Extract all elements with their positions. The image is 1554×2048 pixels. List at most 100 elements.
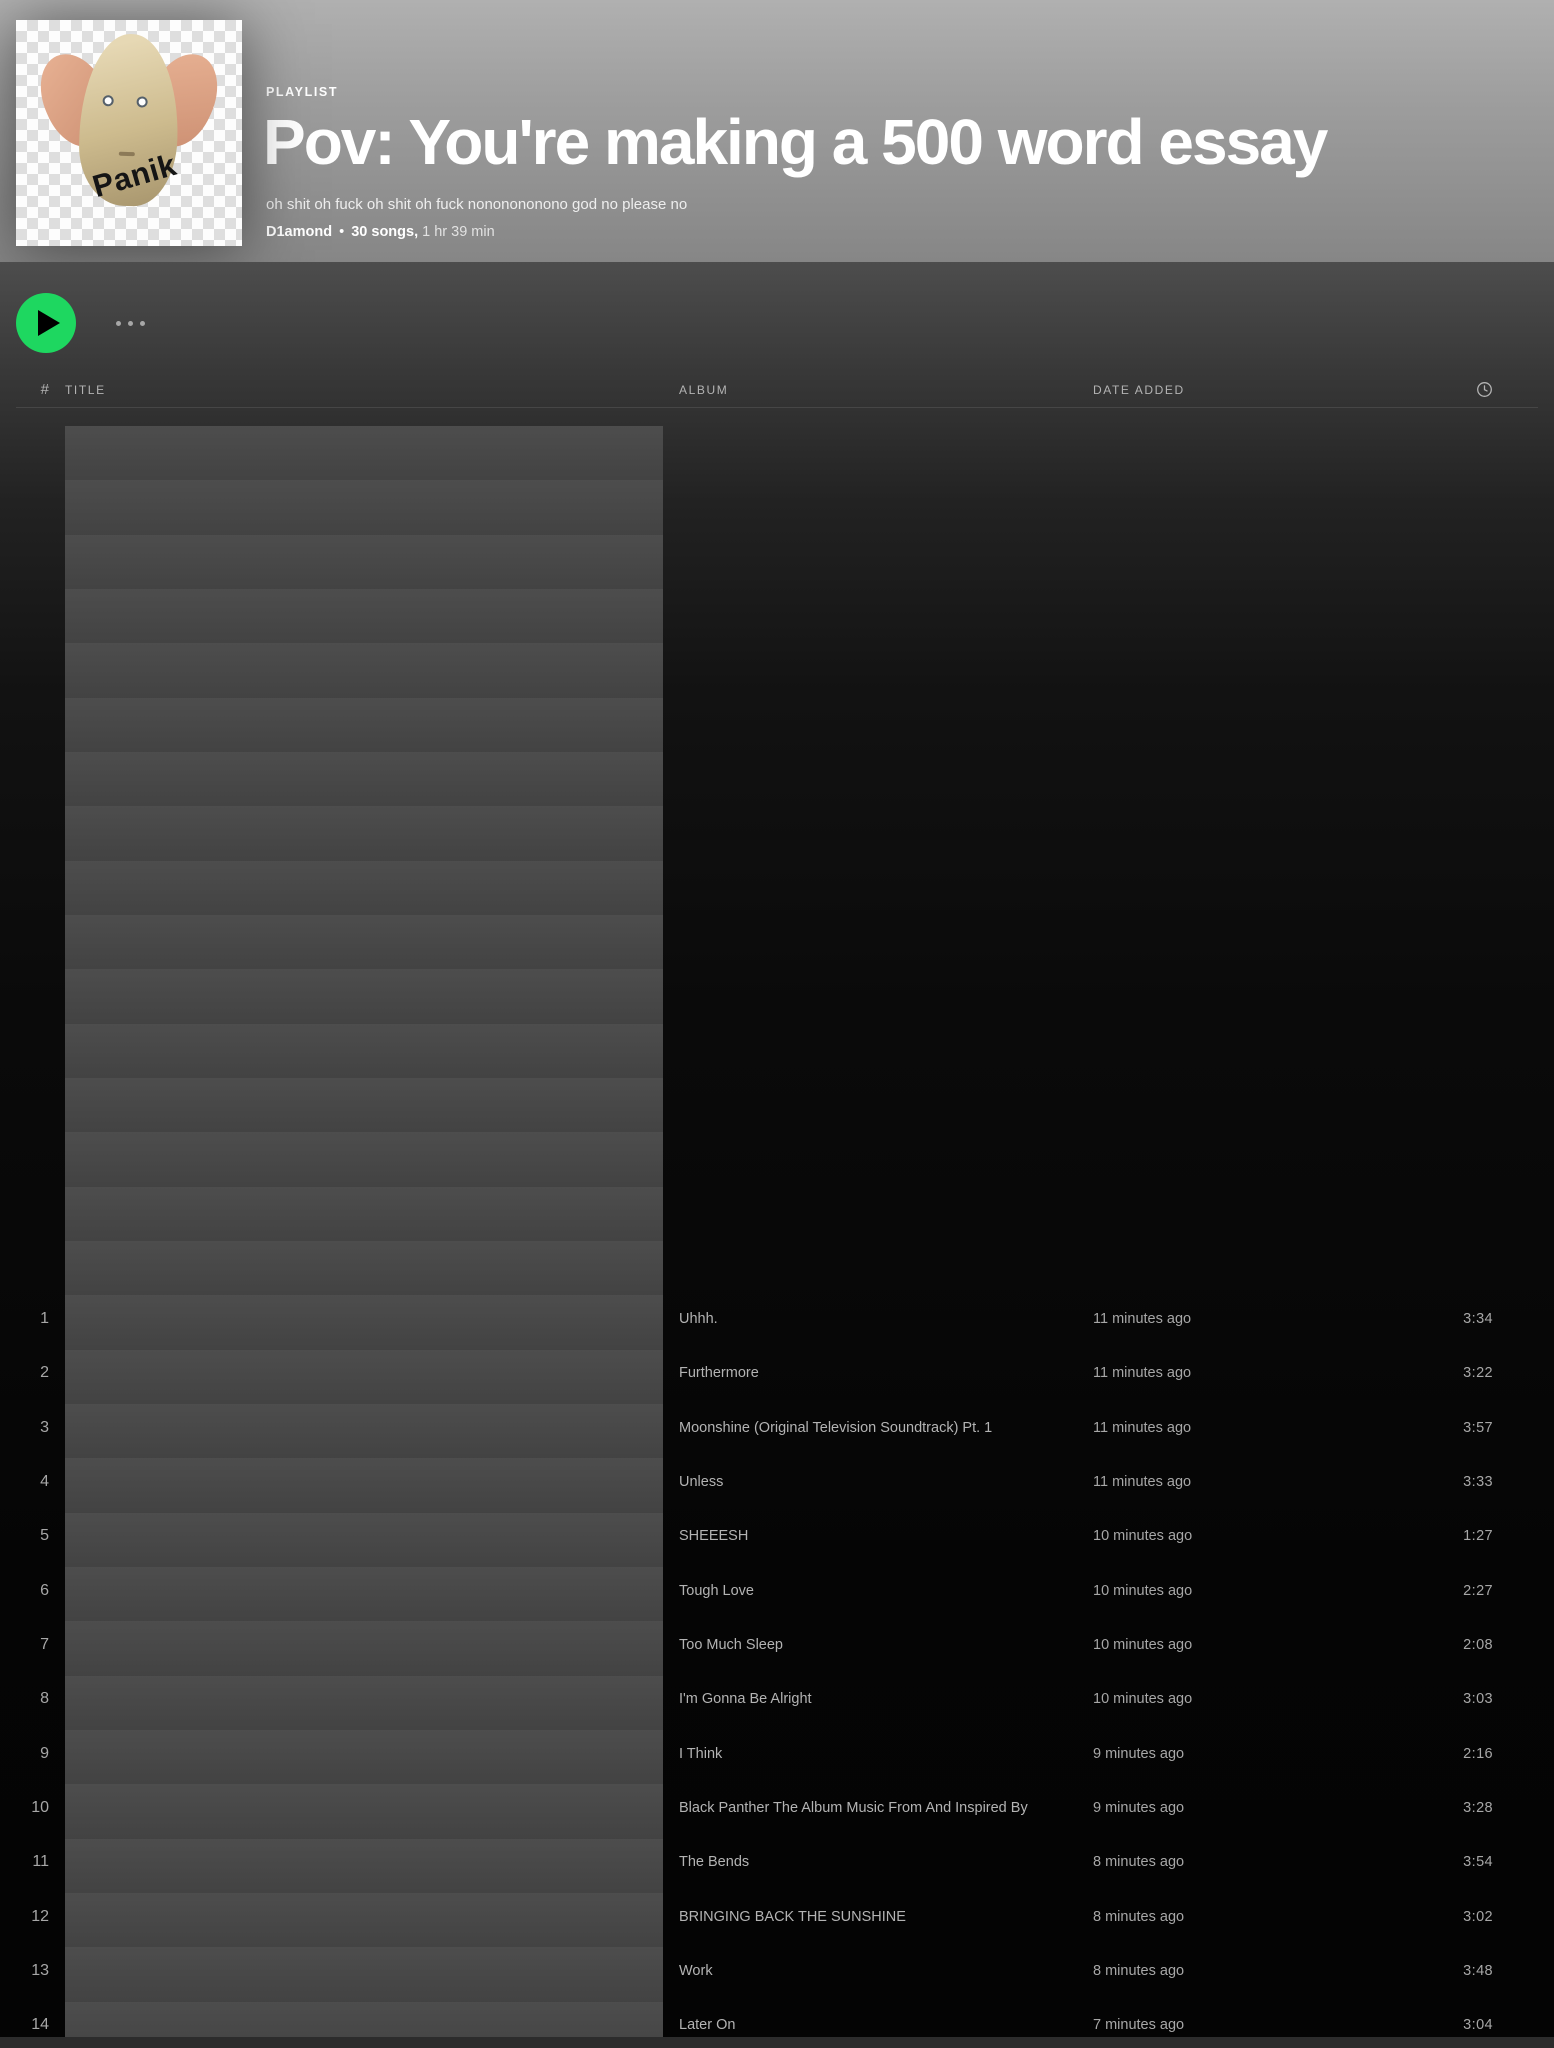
table-row[interactable]: 14 Later On Khaim Later On 7 minutes ago… [16,1132,1538,1186]
track-index: 5 [16,1527,49,1545]
page-title: Pov: You're making a 500 word essay [263,109,1326,176]
track-album[interactable]: BRINGING BACK THE SUNSHINE [679,1909,1077,1925]
track-index: 7 [16,1636,49,1654]
column-header-index[interactable]: # [16,381,49,398]
track-album[interactable]: Furthermore [679,1365,1077,1381]
track-album[interactable]: Too Much Sleep [679,1637,1077,1653]
more-options-button[interactable] [110,315,151,332]
playlist-header: Panik PLAYLIST Pov: You're making a 500 … [0,0,1554,262]
table-row[interactable]: 1 Uhhh. Baby Blue Uhhh. 11 minutes ago 3… [16,426,1538,480]
track-index: 11 [16,1853,49,1871]
table-row[interactable]: 3 Even Though Monday Kiz Moonshine (Orig… [16,535,1538,589]
ellipsis-dot [128,321,133,326]
table-row[interactable]: 10 I Am E Jorja Smith Black Panther The … [16,915,1538,969]
playlist-body: # TITLE ALBUM DATE ADDED 1 Uhhh. Baby Bl… [0,262,1554,2048]
track-index: 4 [16,1473,49,1491]
track-album[interactable]: Unless [679,1474,1077,1490]
track-index: 3 [16,1419,49,1437]
table-row[interactable]: 2 Furthermore Racoma Furthermore 11 minu… [16,480,1538,534]
track-album[interactable]: Uhhh. [679,1311,1077,1327]
play-icon [38,310,60,336]
table-row[interactable]: 9 I Think seekx I Think 9 minutes ago 2:… [16,861,1538,915]
header-info: PLAYLIST Pov: You're making a 500 word e… [266,85,1326,246]
meme-eye-icon [102,95,113,106]
track-list: 1 Uhhh. Baby Blue Uhhh. 11 minutes ago 3… [0,426,1554,2048]
track-duration: 3:22 [1381,1365,1538,1381]
track-album[interactable]: Moonshine (Original Television Soundtrac… [679,1420,1077,1436]
table-row[interactable]: 16 I Need To FETISH I Need To 5 minutes … [16,1241,1538,1295]
track-album[interactable]: The Bends [679,1854,1077,1870]
playlist-type-label: PLAYLIST [266,85,1326,99]
table-row[interactable]: 13 Do This Holy Ghost! Work 8 minutes ag… [16,1078,1538,1132]
track-index: 6 [16,1582,49,1600]
table-row[interactable]: 8 I'm Gonna Be Alright Kenaniah, David R… [16,806,1538,860]
track-duration: 3:33 [1381,1474,1538,1490]
table-row[interactable]: 5 UHHH MXXWLL, JD Beck SHEEESH 10 minute… [16,643,1538,697]
owner-link[interactable]: D1amond [266,224,332,240]
ellipsis-dot [116,321,121,326]
song-count: 30 songs, [351,224,418,240]
track-album[interactable]: Black Panther The Album Music From And I… [679,1800,1077,1816]
track-duration: 3:02 [1381,1909,1538,1925]
meta-separator: • [339,224,344,240]
track-date-added: 11 minutes ago [1093,1365,1365,1381]
track-date-added: 10 minutes ago [1093,1691,1365,1707]
track-duration: 3:54 [1381,1854,1538,1870]
track-album[interactable]: Tough Love [679,1583,1077,1599]
playlist-meta: D1amond • 30 songs, 1 hr 39 min [266,224,1326,240]
track-album[interactable]: I Think [679,1746,1077,1762]
track-album[interactable]: Later On [679,2017,1077,2033]
track-date-added: 8 minutes ago [1093,1909,1365,1925]
bottom-bar [0,2037,1554,2048]
track-date-added: 9 minutes ago [1093,1800,1365,1816]
playlist-length: 1 hr 39 min [422,224,495,240]
meme-eye-icon [136,96,147,107]
track-index: 8 [16,1690,49,1708]
column-header-duration[interactable] [1476,381,1538,398]
track-album[interactable]: Work [679,1963,1077,1979]
column-header-album[interactable]: ALBUM [679,383,1077,397]
column-header-title[interactable]: TITLE [65,383,663,397]
action-bar [0,262,1554,358]
table-row[interactable]: 6 Fuck Forth Wanderers Tough Love 10 min… [16,698,1538,752]
track-index: 10 [16,1799,49,1817]
track-date-added: 10 minutes ago [1093,1528,1365,1544]
track-duration: 2:16 [1381,1746,1538,1762]
meme-mouth-icon [119,152,135,157]
track-duration: 2:08 [1381,1637,1538,1653]
track-album[interactable]: I'm Gonna Be Alright [679,1691,1077,1707]
playlist-cover: Panik [16,20,242,246]
track-album[interactable]: SHEEESH [679,1528,1077,1544]
table-row[interactable]: 7 I Can't Think of Anything The Adjectiv… [16,752,1538,806]
track-index: 14 [16,2016,49,2034]
track-duration: 3:48 [1381,1963,1538,1979]
track-index: 9 [16,1745,49,1763]
playlist-description: oh shit oh fuck oh shit oh fuck nononono… [266,196,1326,213]
track-index: 13 [16,1962,49,1980]
clock-icon [1476,381,1493,398]
track-index: 2 [16,1364,49,1382]
track-duration: 1:27 [1381,1528,1538,1544]
track-date-added: 8 minutes ago [1093,1963,1365,1979]
ellipsis-dot [140,321,145,326]
track-duration: 3:03 [1381,1691,1538,1707]
track-duration: 3:34 [1381,1311,1538,1327]
track-duration: 3:04 [1381,2017,1538,2033]
track-date-added: 9 minutes ago [1093,1746,1365,1762]
track-date-added: 11 minutes ago [1093,1474,1365,1490]
table-row[interactable]: 4 Unless E Haiden Unless 11 minutes ago … [16,589,1538,643]
track-date-added: 10 minutes ago [1093,1637,1365,1653]
track-duration: 3:57 [1381,1420,1538,1436]
table-row[interactable]: 11 Just Radiohead The Bends 8 minutes ag… [16,969,1538,1023]
play-button[interactable] [16,293,76,353]
track-date-added: 10 minutes ago [1093,1583,1365,1599]
table-row[interactable]: 12 Gonna Blake Shelton BRINGING BACK THE… [16,1024,1538,1078]
track-index: 1 [16,1310,49,1328]
track-index: 12 [16,1908,49,1926]
track-date-added: 7 minutes ago [1093,2017,1365,2033]
column-header-date-added[interactable]: DATE ADDED [1093,383,1365,397]
track-duration: 2:27 [1381,1583,1538,1599]
track-table-header: # TITLE ALBUM DATE ADDED [16,372,1538,408]
track-date-added: 11 minutes ago [1093,1311,1365,1327]
table-row[interactable]: 15 Wait Love Beans I Need Only You 5 min… [16,1187,1538,1241]
